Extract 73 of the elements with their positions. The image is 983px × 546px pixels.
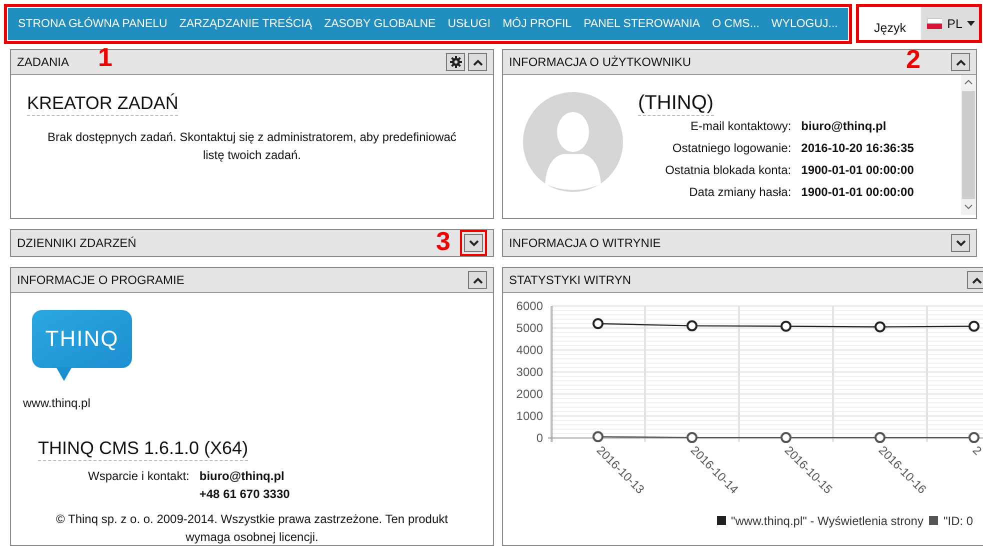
field-label: E-mail kontaktowy: xyxy=(689,119,792,133)
field-label: Ostatniego logowanie: xyxy=(671,141,792,155)
nav-link[interactable]: USŁUGI xyxy=(444,18,495,30)
data-point xyxy=(686,432,698,444)
collapse-button[interactable] xyxy=(967,271,983,289)
axis-label: 2000 xyxy=(516,387,543,401)
chevron-down-icon xyxy=(956,240,966,246)
callout-number: 1 xyxy=(98,44,112,70)
data-point xyxy=(592,431,604,442)
axis-label: 0 xyxy=(536,431,543,445)
expand-button[interactable] xyxy=(951,234,970,252)
data-point xyxy=(968,320,980,332)
flag-icon xyxy=(927,18,942,29)
data-point xyxy=(874,321,886,332)
data-point xyxy=(686,320,698,332)
settings-icon xyxy=(450,56,462,68)
support-email: biuro@thinq.pl xyxy=(199,468,286,484)
panel-title: INFORMACJA O UŻYTKOWNIKU xyxy=(509,55,692,69)
panel-title: INFORMACJA O WITRYNIE xyxy=(509,236,661,250)
panel-title: ZADANIA xyxy=(17,55,70,69)
settings-button[interactable] xyxy=(446,53,465,71)
field-value: 1900-01-01 00:00:00 xyxy=(801,163,915,177)
panel-title: DZIENNIKI ZDARZEŃ xyxy=(17,236,136,250)
axis-label: 1000 xyxy=(516,409,543,423)
field-label: Data zmiany hasła: xyxy=(688,185,792,199)
collapse-button[interactable] xyxy=(468,271,487,289)
nav-link[interactable]: MÓJ PROFIL xyxy=(498,18,576,30)
nav-link[interactable]: STRONA GŁÓWNA PANELU xyxy=(14,18,172,30)
callout-number: 3 xyxy=(436,228,450,254)
collapse-button[interactable] xyxy=(468,53,487,71)
chevron-up-icon xyxy=(972,276,982,284)
field-label: Ostatnia blokada konta: xyxy=(664,163,792,177)
info-message: Brak dostępnych zadań. Skontaktuj się z administratorem, aby predefiniować listę twoich zadań. xyxy=(47,129,457,164)
scrollbar[interactable] xyxy=(961,75,976,215)
support-label: Wsparcie i kontakt: xyxy=(88,468,190,484)
panel-title: STATYSTYKI WITRYN xyxy=(509,273,632,287)
data-point xyxy=(592,318,604,330)
data-point xyxy=(874,432,886,444)
chevron-down-icon xyxy=(468,240,478,246)
chevron-up-icon xyxy=(472,276,482,284)
field-value: biuro@thinq.pl xyxy=(801,119,888,133)
callout-number: 2 xyxy=(906,46,920,72)
website-link[interactable]: www.thinq.pl xyxy=(23,396,90,410)
legend-label: "ID: 0 xyxy=(943,514,974,528)
axis-label: 4000 xyxy=(516,343,543,357)
nav-link[interactable]: PANEL STEROWANIA xyxy=(580,18,704,30)
language-label: Język xyxy=(873,20,907,37)
nav-link[interactable]: WYLOGUJ... xyxy=(767,18,842,30)
product-version: THINQ CMS 1.6.1.0 (X64) xyxy=(38,438,248,461)
nav-link[interactable]: O CMS... xyxy=(708,18,764,30)
caret-icon xyxy=(967,21,975,26)
field-value: 1900-01-01 00:00:00 xyxy=(801,185,915,199)
field-value: 2016-10-20 16:36:35 xyxy=(801,141,915,155)
chevron-up-icon xyxy=(472,58,482,66)
copyright-notice: © Thinq sp. z o. o. 2009-2014. Wszystkie prawa zastrzeżone. Ten produkt wymaga osobnej licencji. xyxy=(55,511,449,545)
data-point xyxy=(780,432,792,444)
axis-label: 2 xyxy=(970,443,983,458)
axis-label: 6000 xyxy=(516,299,543,313)
user-name: (THINQ) xyxy=(638,92,714,116)
data-point xyxy=(968,432,980,444)
chevron-up-icon xyxy=(956,58,966,66)
expand-button[interactable] xyxy=(464,234,483,252)
legend-label: "www.thinq.pl" - Wyświetlenia strony xyxy=(731,514,924,528)
nav-link[interactable]: ZASOBY GLOBALNE xyxy=(320,18,440,30)
data-point xyxy=(780,320,792,332)
section-heading: KREATOR ZADAŃ xyxy=(27,93,178,116)
collapse-button[interactable] xyxy=(951,53,970,71)
language-dropdown[interactable]: PL xyxy=(921,7,979,40)
nav-link[interactable]: ZARZĄDZANIE TREŚCIĄ xyxy=(175,18,316,30)
panel-title: INFORMACJE O PROGRAMIE xyxy=(17,273,184,287)
axis-label: 5000 xyxy=(516,321,543,335)
support-phone: +48 61 670 3330 xyxy=(199,486,290,502)
axis-label: 3000 xyxy=(516,365,543,379)
